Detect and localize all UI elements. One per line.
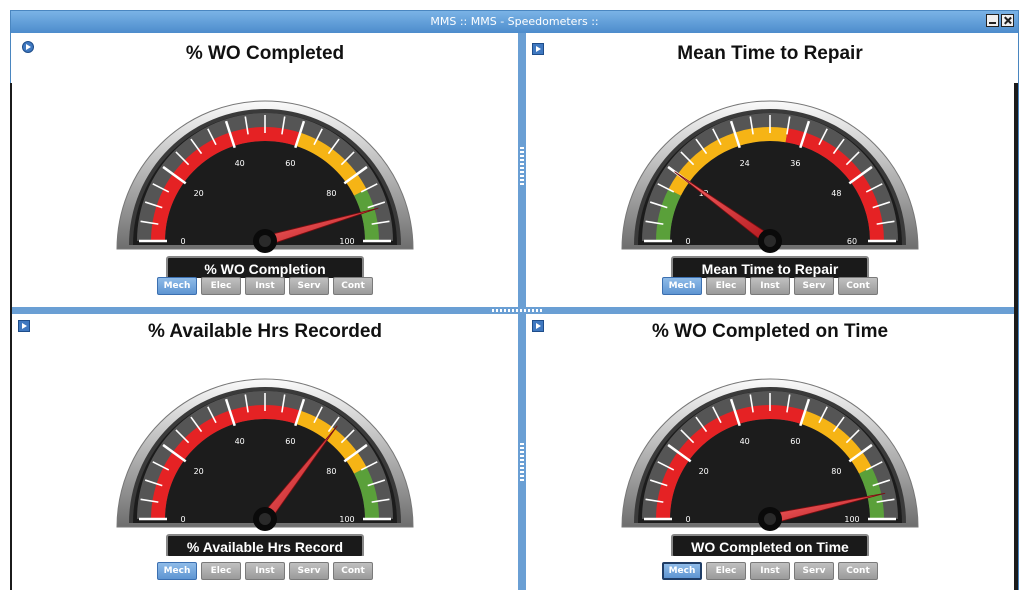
serv-button[interactable]: Serv (794, 562, 834, 580)
mech-button[interactable]: Mech (157, 277, 197, 295)
gauge-hub-inner (259, 235, 271, 247)
close-icon[interactable] (1001, 14, 1014, 27)
speedometer-gauge: 01224364860Mean Time to Repair (620, 88, 920, 278)
gauge-tick-label: 80 (831, 467, 841, 476)
gauge-label: Mean Time to Repair (702, 261, 839, 277)
mech-button[interactable]: Mech (662, 277, 702, 295)
elec-button[interactable]: Elec (201, 277, 241, 295)
gauge-tick-label: 0 (685, 237, 690, 246)
gauge-svg: 0 20 40 60 80 100 WO Completed on Time (621, 378, 919, 556)
cont-button[interactable]: Cont (333, 562, 373, 580)
inst-button[interactable]: Inst (750, 277, 790, 295)
gauge-tick-label: 20 (699, 467, 709, 476)
gauge-tick-label: 0 (180, 237, 185, 246)
inst-button[interactable]: Inst (245, 277, 285, 295)
cont-button[interactable]: Cont (838, 562, 878, 580)
gauge-tick-label: 100 (339, 515, 354, 524)
panel-title: % WO Completed (185, 43, 345, 64)
gauge-tick-label: 60 (790, 437, 800, 446)
gauge-tick-label: 20 (194, 189, 204, 198)
cont-button[interactable]: Cont (838, 277, 878, 295)
serv-button[interactable]: Serv (289, 277, 329, 295)
filter-buttons: Mech Elec Inst Serv Cont (12, 562, 518, 580)
serv-button[interactable]: Serv (794, 277, 834, 295)
splitter-grip[interactable] (520, 443, 524, 481)
right-edge (1014, 83, 1018, 590)
gauge-tick-label: 40 (235, 437, 245, 446)
gauge-hub-inner (259, 513, 271, 525)
gauge-tick-label: 40 (740, 437, 750, 446)
window-title: MMS :: MMS - Speedometers :: (430, 15, 599, 28)
elec-button[interactable]: Elec (706, 562, 746, 580)
gauge-tick-label: 20 (194, 467, 204, 476)
filter-buttons: Mech Elec Inst Serv Cont (526, 277, 1014, 295)
filter-buttons: Mech Elec Inst Serv Cont (12, 277, 518, 295)
gauge-tick-label: 24 (740, 159, 750, 168)
speedometer-gauge: 0 20 40 60 80 100 WO Completed on Time (620, 366, 920, 556)
inst-button[interactable]: Inst (750, 562, 790, 580)
gauge-tick-label: 60 (847, 237, 857, 246)
gauge-label: WO Completed on Time (691, 539, 849, 555)
gauge-tick-label: 80 (326, 189, 336, 198)
panel-title: % WO Completed on Time (651, 321, 889, 342)
window-controls (986, 14, 1014, 27)
gauge-label: % Available Hrs Record (187, 539, 343, 555)
gauge-tick-label: 60 (285, 159, 295, 168)
panel-mean-time-to-repair: Mean Time to Repair 01224364860Mean Time… (526, 33, 1014, 307)
speedometer-gauge: 0 20 40 60 80 100 % WO Completion (115, 88, 415, 278)
gauge-tick-label: 100 (339, 237, 354, 246)
panel-wo-completed-on-time: % WO Completed on Time 0 20 40 60 80 100 WO Co… (526, 314, 1014, 590)
gauge-tick-label: 48 (831, 189, 841, 198)
filter-buttons: Mech Elec Inst Serv Cont (526, 562, 1014, 580)
gauge-tick-label: 40 (235, 159, 245, 168)
gauge-svg: 0 20 40 60 80 100 % WO Completion (116, 100, 414, 278)
gauge-tick-label: 0 (685, 515, 690, 524)
elec-button[interactable]: Elec (706, 277, 746, 295)
gauge-tick-label: 80 (326, 467, 336, 476)
cont-button[interactable]: Cont (333, 277, 373, 295)
panel-wo-completed: % WO Completed 0 20 40 60 80 100 % WO Completi… (12, 33, 518, 307)
gauge-svg: 0 20 40 60 80 100 % Available Hrs Record (116, 378, 414, 556)
serv-button[interactable]: Serv (289, 562, 329, 580)
elec-button[interactable]: Elec (201, 562, 241, 580)
splitter-grip[interactable] (492, 309, 542, 312)
gauge-hub-inner (764, 513, 776, 525)
panel-available-hrs-recorded: % Available Hrs Recorded 0 20 40 60 80 100 % A… (12, 314, 518, 590)
gauge-tick-label: 60 (285, 437, 295, 446)
splitter-grip[interactable] (520, 147, 524, 185)
gauge-svg: 01224364860Mean Time to Repair (621, 100, 919, 278)
mech-button[interactable]: Mech (157, 562, 197, 580)
panel-title: % Available Hrs Recorded (147, 321, 383, 342)
window-titlebar: MMS :: MMS - Speedometers :: (11, 11, 1018, 33)
panel-title: Mean Time to Repair (677, 43, 863, 64)
gauge-tick-label: 0 (180, 515, 185, 524)
speedometer-gauge: 0 20 40 60 80 100 % Available Hrs Record (115, 366, 415, 556)
horizontal-splitter[interactable] (12, 307, 1014, 314)
inst-button[interactable]: Inst (245, 562, 285, 580)
minimize-icon[interactable] (986, 14, 999, 27)
gauge-hub-inner (764, 235, 776, 247)
gauge-tick-label: 100 (844, 515, 859, 524)
mech-button[interactable]: Mech (662, 562, 702, 580)
gauge-label: % WO Completion (204, 261, 325, 277)
gauge-tick-label: 36 (790, 159, 800, 168)
